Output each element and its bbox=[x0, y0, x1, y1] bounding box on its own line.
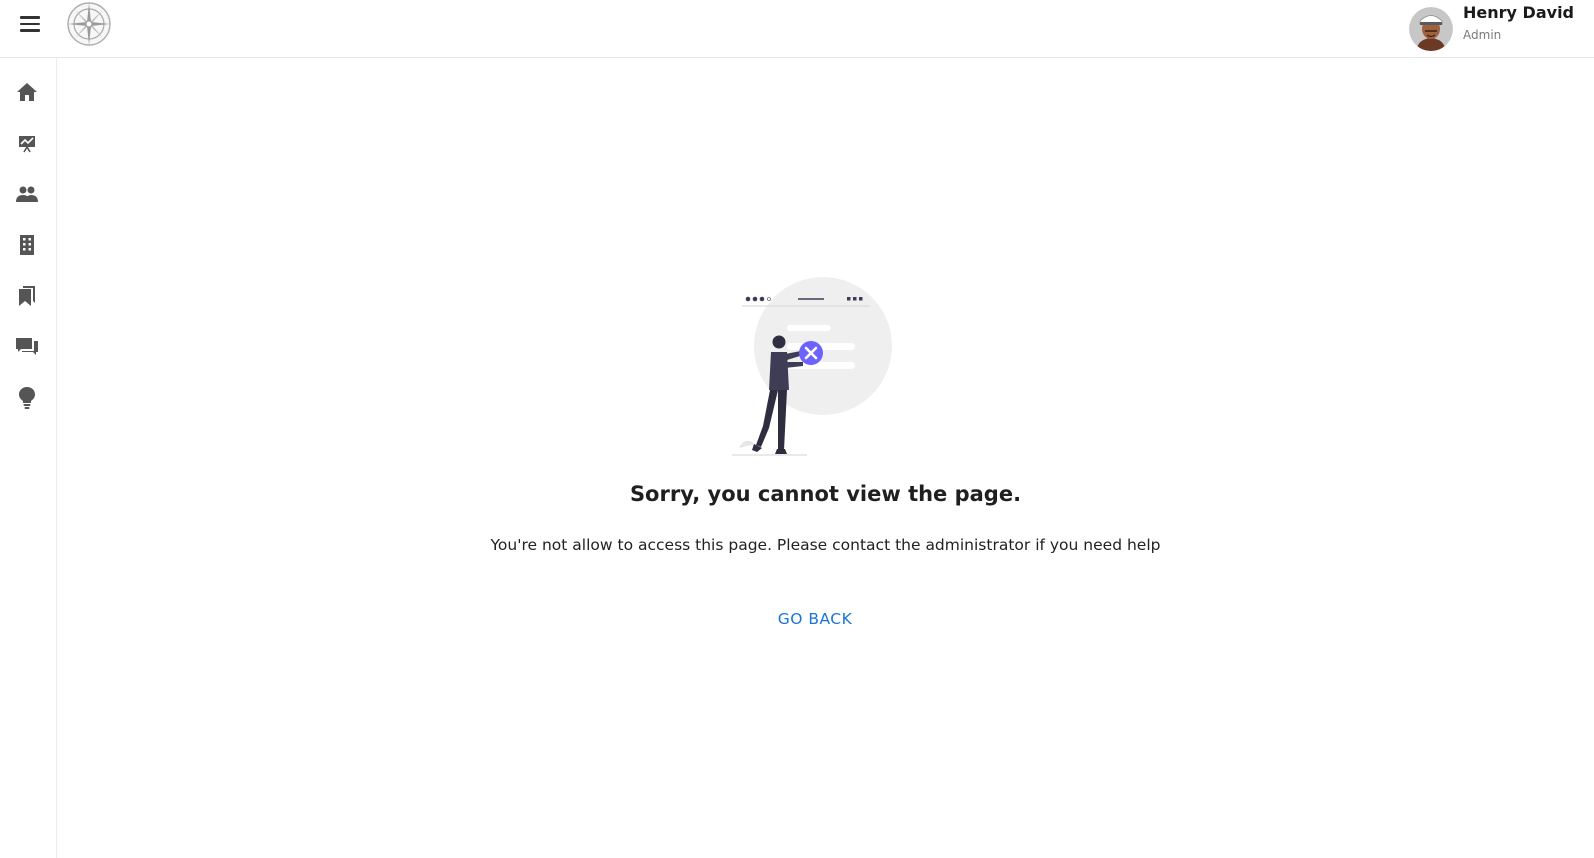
user-role: Admin bbox=[1463, 28, 1502, 42]
avatar[interactable] bbox=[1409, 7, 1454, 51]
page-title: Sorry, you cannot view the page. bbox=[629, 482, 1022, 506]
chat-icon[interactable] bbox=[14, 334, 40, 360]
go-back-button[interactable]: GO BACK bbox=[755, 602, 875, 636]
user-name: Henry David bbox=[1463, 3, 1574, 22]
compass-logo[interactable] bbox=[64, 0, 114, 50]
people-icon[interactable] bbox=[14, 181, 40, 207]
building-icon[interactable] bbox=[14, 232, 40, 258]
main-content: Sorry, you cannot view the page. You're … bbox=[57, 58, 1594, 858]
sidebar bbox=[0, 58, 57, 858]
home-icon[interactable] bbox=[14, 79, 40, 105]
user-profile[interactable]: Henry David Admin bbox=[1409, 0, 1574, 58]
lightbulb-icon[interactable] bbox=[14, 385, 40, 411]
presentation-chart-icon[interactable] bbox=[14, 130, 40, 156]
page-description: You're not allow to access this page. Pl… bbox=[490, 536, 1161, 554]
top-bar: Henry David Admin bbox=[0, 0, 1594, 58]
bookmarks-icon[interactable] bbox=[14, 283, 40, 309]
hamburger-menu-icon[interactable] bbox=[16, 13, 44, 35]
access-denied-illustration bbox=[727, 272, 897, 458]
